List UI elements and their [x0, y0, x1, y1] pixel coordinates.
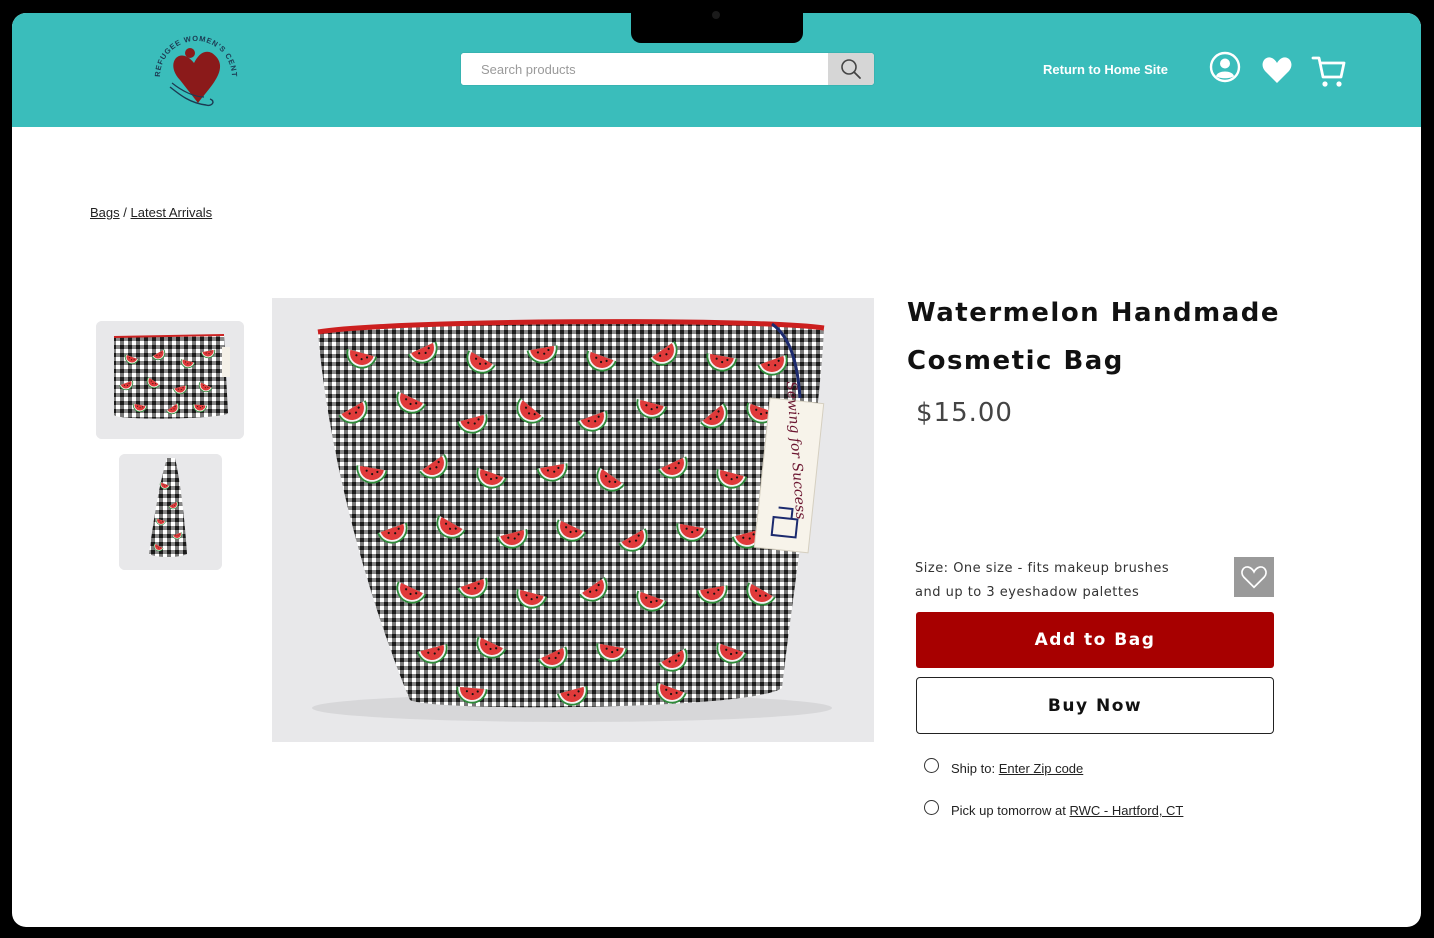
- device-notch: [631, 0, 803, 43]
- return-home-link[interactable]: Return to Home Site: [1043, 62, 1168, 77]
- thumbnail-front-image: [96, 321, 244, 439]
- product-title: Watermelon Handmade Cosmetic Bag: [907, 289, 1327, 385]
- search-input[interactable]: [461, 53, 827, 85]
- add-to-wishlist-button[interactable]: [1234, 557, 1274, 597]
- add-to-bag-button[interactable]: Add to Bag: [916, 612, 1274, 668]
- cosmetic-bag-photo: Sewing for Success: [272, 298, 874, 742]
- buy-now-button[interactable]: Buy Now: [916, 677, 1274, 734]
- product-title-line1: Watermelon Handmade: [907, 298, 1281, 328]
- pickup-radio[interactable]: [924, 800, 939, 815]
- heart-outline-icon: [1241, 566, 1267, 589]
- size-line1: Size: One size - fits makeup brushes: [915, 561, 1170, 576]
- browser-frame: REFUGEE WOMEN'S CENTER Return to Home Si…: [12, 13, 1421, 927]
- account-icon[interactable]: [1209, 51, 1241, 83]
- breadcrumb-separator: /: [123, 205, 127, 220]
- search-button[interactable]: [828, 53, 874, 85]
- breadcrumb: Bags / Latest Arrivals: [90, 205, 212, 220]
- pickup-label: Pick up tomorrow at: [951, 803, 1066, 818]
- search-icon: [841, 59, 861, 79]
- thumbnail-front[interactable]: [96, 321, 244, 439]
- cart-icon[interactable]: [1311, 53, 1347, 89]
- store-location-link[interactable]: RWC - Hartford, CT: [1070, 803, 1184, 818]
- product-price: $15.00: [916, 398, 1013, 428]
- breadcrumb-latest-arrivals[interactable]: Latest Arrivals: [131, 205, 213, 220]
- ship-label: Ship to:: [951, 761, 996, 776]
- enter-zip-link[interactable]: Enter Zip code: [999, 761, 1084, 776]
- camera-dot: [712, 11, 720, 19]
- size-line2: and up to 3 eyeshadow palettes: [915, 585, 1140, 600]
- pickup-option[interactable]: Pick up tomorrow at RWC - Hartford, CT: [924, 800, 1184, 818]
- refugee-womens-center-logo[interactable]: REFUGEE WOMEN'S CENTER: [150, 25, 240, 117]
- ship-option[interactable]: Ship to: Enter Zip code: [924, 758, 1084, 776]
- thumbnail-side[interactable]: [119, 454, 222, 570]
- size-description: Size: One size - fits makeup brushes and…: [915, 557, 1205, 605]
- search-bar: [461, 53, 874, 85]
- thumbnail-side-image: [119, 454, 222, 570]
- heart-icon[interactable]: [1261, 55, 1293, 85]
- main-product-image: Sewing for Success: [272, 298, 874, 742]
- breadcrumb-bags[interactable]: Bags: [90, 205, 120, 220]
- ship-radio[interactable]: [924, 758, 939, 773]
- product-title-line2: Cosmetic Bag: [907, 346, 1124, 376]
